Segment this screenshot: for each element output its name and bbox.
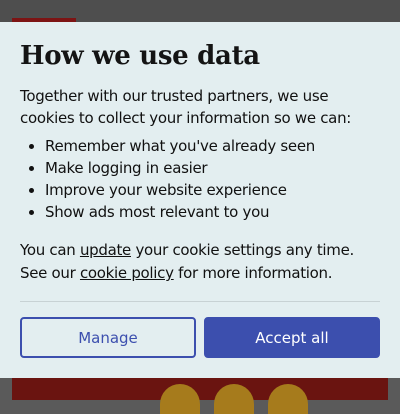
- settings-text-part: for more information.: [173, 264, 333, 282]
- benefit-item: Remember what you've already seen: [45, 135, 380, 157]
- update-settings-link[interactable]: update: [80, 241, 131, 259]
- divider: [20, 301, 380, 302]
- cookie-settings-text: You can update your cookie settings any …: [20, 239, 380, 285]
- settings-text-part: You can: [20, 241, 80, 259]
- benefit-item: Improve your website experience: [45, 179, 380, 201]
- benefit-item: Make logging in easier: [45, 157, 380, 179]
- dialog-intro-text: Together with our trusted partners, we u…: [20, 87, 352, 127]
- accept-all-button[interactable]: Accept all: [204, 317, 380, 358]
- manage-button[interactable]: Manage: [20, 317, 196, 358]
- benefits-list: Remember what you've already seen Make l…: [20, 135, 380, 223]
- benefit-item: Show ads most relevant to you: [45, 201, 380, 223]
- cookie-policy-link[interactable]: cookie policy: [80, 264, 174, 282]
- cookie-consent-dialog: How we use data Together with our truste…: [0, 22, 400, 378]
- dialog-title: How we use data: [20, 41, 260, 71]
